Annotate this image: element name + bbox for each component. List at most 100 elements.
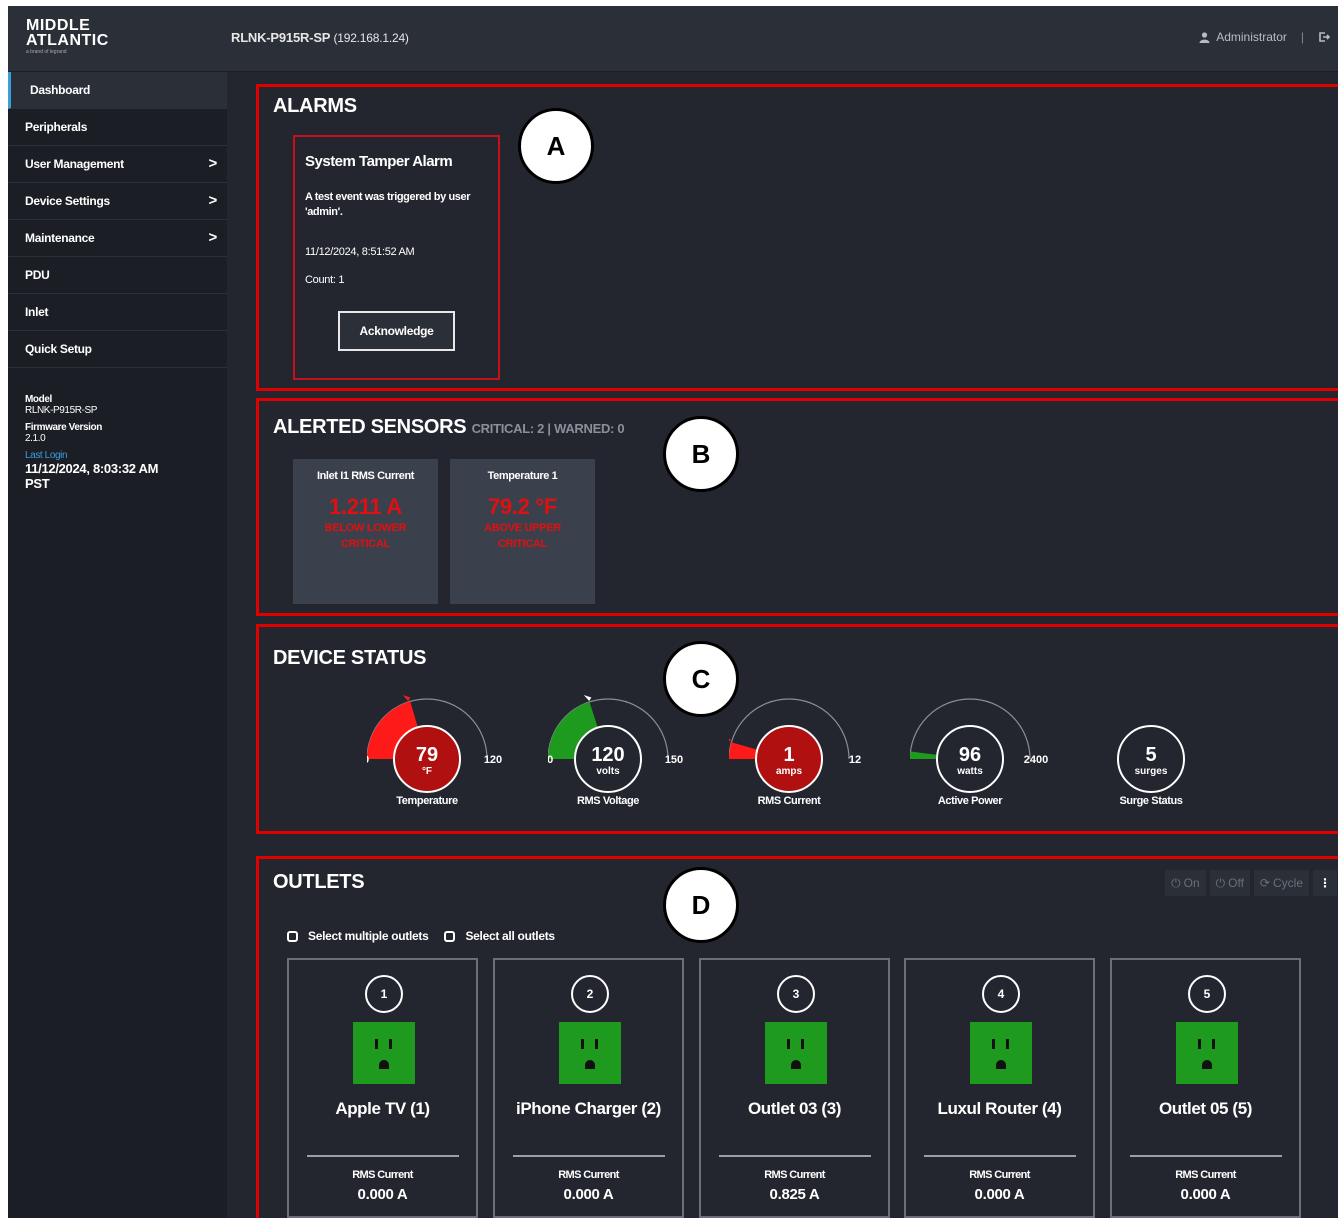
socket-ground <box>379 1060 389 1069</box>
chevron-right-icon: > <box>208 155 218 172</box>
outlet-socket-icon[interactable] <box>970 1022 1032 1084</box>
outlet-toolbar: ⏻ On ⏻ Off ⟳ Cycle ⋮ <box>1165 870 1337 896</box>
outlet-off-button[interactable]: ⏻ Off <box>1209 870 1250 896</box>
annotation-badge-a: A <box>518 108 594 184</box>
sidebar: Dashboard Peripherals User Management > D… <box>8 72 227 1218</box>
sidebar-item-maintenance[interactable]: Maintenance > <box>8 220 227 257</box>
alarms-title: ALARMS <box>273 95 357 117</box>
firmware-label: Firmware Version <box>25 422 102 433</box>
sidebar-item-quick-setup[interactable]: Quick Setup <box>8 331 227 368</box>
outlet-socket-icon[interactable] <box>559 1022 621 1084</box>
gauge-value: 5 <box>1145 744 1156 766</box>
outlet-card[interactable]: 3 Outlet 03 (3) RMS Current 0.825 A <box>699 958 890 1218</box>
outlet-socket-icon[interactable] <box>765 1022 827 1084</box>
outlet-number: 2 <box>571 975 609 1013</box>
alarm-count: Count: 1 <box>305 274 345 286</box>
chevron-right-icon: > <box>208 229 218 246</box>
outlet-name: iPhone Charger (2) <box>516 1099 661 1118</box>
socket-ground <box>585 1060 595 1069</box>
sensor-tile[interactable]: Temperature 1 79.2 °F ABOVE UPPER CRITIC… <box>450 459 595 604</box>
gauge-fill <box>729 742 758 759</box>
logout-icon[interactable] <box>1318 31 1330 43</box>
sidebar-item-pdu[interactable]: PDU <box>8 257 227 294</box>
outlet-name: Outlet 03 (3) <box>747 1099 842 1118</box>
outlet-name: Outlet 05 (5) <box>1158 1099 1253 1118</box>
divider <box>719 1155 871 1157</box>
gauge-value: 120 <box>591 744 624 766</box>
sensor-status: ABOVE UPPER CRITICAL <box>484 522 561 550</box>
gauge-marker <box>402 694 411 701</box>
sidebar-item-inlet[interactable]: Inlet <box>8 294 227 331</box>
sensor-tile[interactable]: Inlet I1 RMS Current 1.211 A BELOW LOWER… <box>293 459 438 604</box>
outlet-current-label: RMS Current <box>1175 1169 1236 1181</box>
top-bar: MIDDLE ATLANTIC a brand of legrand RLNK-… <box>8 6 1338 72</box>
divider <box>924 1155 1076 1157</box>
socket-slot <box>375 1039 378 1049</box>
chevron-right-icon: > <box>208 192 218 209</box>
outlet-card[interactable]: 2 iPhone Charger (2) RMS Current 0.000 A <box>493 958 684 1218</box>
sidebar-item-dashboard[interactable]: Dashboard <box>8 72 227 109</box>
outlet-card[interactable]: 1 Apple TV (1) RMS Current 0.000 A <box>287 958 478 1218</box>
gauge-unit: surges <box>1135 766 1168 777</box>
gauge-value: 79 <box>416 744 438 766</box>
gauge-max-label: 12 <box>849 754 861 766</box>
gauge-unit: volts <box>596 766 620 777</box>
sidebar-item-user-management[interactable]: User Management > <box>8 146 227 183</box>
gauge-label: RMS Current <box>757 795 821 807</box>
outlet-current-label: RMS Current <box>352 1169 413 1181</box>
last-login-value: 11/12/2024, 8:03:32 AM PST <box>25 461 159 491</box>
select-multiple-checkbox[interactable]: Select multiple outlets <box>287 929 429 943</box>
outlets-title: OUTLETS <box>273 871 365 893</box>
outlet-number: 4 <box>982 975 1020 1013</box>
outlet-name: Luxul Router (4) <box>937 1099 1062 1118</box>
user-name[interactable]: Administrator <box>1216 30 1287 44</box>
power-off-icon: ⏻ <box>1215 875 1226 890</box>
socket-slot <box>801 1039 804 1049</box>
socket-ground <box>791 1060 801 1069</box>
outlet-on-button[interactable]: ⏻ On <box>1165 870 1206 896</box>
socket-slot <box>1006 1039 1009 1049</box>
socket-ground <box>1202 1060 1212 1069</box>
device-status-title: DEVICE STATUS <box>273 647 427 669</box>
model-value: RLNK-P915R-SP <box>25 405 98 416</box>
alerted-sensors-panel: ALERTED SENSORS CRITICAL: 2 | WARNED: 0 … <box>256 398 1338 616</box>
sensor-value: 1.211 A <box>329 494 402 519</box>
select-all-checkbox[interactable]: Select all outlets <box>444 929 555 943</box>
outlet-cycle-button[interactable]: ⟳ Cycle <box>1253 870 1309 896</box>
acknowledge-button[interactable]: Acknowledge <box>338 311 455 351</box>
middle-atlantic-logo[interactable]: MIDDLE ATLANTIC a brand of legrand <box>26 18 136 56</box>
alarm-card: System Tamper Alarm A test event was tri… <box>293 135 500 380</box>
checkbox-icon <box>444 930 456 942</box>
socket-ground <box>996 1060 1006 1069</box>
outlet-name: Apple TV (1) <box>335 1099 430 1118</box>
outlet-number: 5 <box>1188 975 1226 1013</box>
gauge-temperature: 50 120 79°F Temperature <box>367 691 517 815</box>
outlet-socket-icon[interactable] <box>353 1022 415 1084</box>
outlet-selection-options: Select multiple outlets Select all outle… <box>287 929 555 943</box>
divider <box>307 1155 459 1157</box>
sidebar-item-device-settings[interactable]: Device Settings > <box>8 183 227 220</box>
gauge-unit: watts <box>956 766 983 777</box>
device-status-panel: DEVICE STATUS 5012079°FTemperature100150… <box>256 624 1338 834</box>
alerted-sensors-summary: CRITICAL: 2 | WARNED: 0 <box>471 421 625 436</box>
gauge-fill <box>910 751 938 759</box>
checkbox-icon <box>287 930 298 942</box>
last-login-label: Last Login <box>25 450 68 461</box>
model-label: Model <box>25 394 52 405</box>
gauge-value: 96 <box>959 744 981 766</box>
outlets-panel: OUTLETS ⏻ On ⏻ Off ⟳ Cycle ⋮ Select multipl… <box>256 856 1338 1218</box>
outlet-socket-icon[interactable] <box>1176 1022 1238 1084</box>
annotation-badge-b: B <box>663 416 739 492</box>
outlet-card[interactable]: 5 Outlet 05 (5) RMS Current 0.000 A <box>1110 958 1301 1218</box>
divider <box>1130 1155 1282 1157</box>
device-name: RLNK-P915R-SP <box>231 30 331 45</box>
outlet-number: 1 <box>365 975 403 1013</box>
sidebar-item-peripherals[interactable]: Peripherals <box>8 109 227 146</box>
outlet-current-label: RMS Current <box>764 1169 825 1181</box>
outlet-card[interactable]: 4 Luxul Router (4) RMS Current 0.000 A <box>904 958 1095 1218</box>
socket-slot <box>787 1039 790 1049</box>
gauge-label: Temperature <box>396 795 458 807</box>
divider <box>513 1155 665 1157</box>
more-options-button[interactable]: ⋮ <box>1313 870 1337 896</box>
alarm-message: A test event was triggered by user 'admi… <box>305 191 471 218</box>
